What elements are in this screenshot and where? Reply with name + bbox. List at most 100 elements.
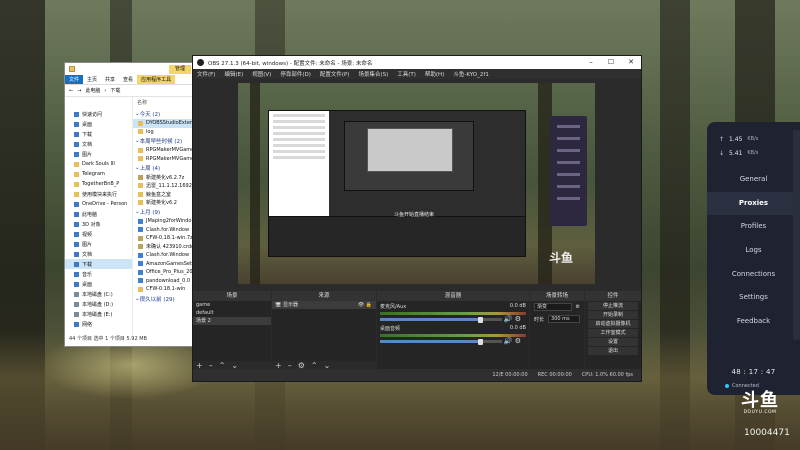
obs-menu-item[interactable]: 文件(F) [197, 70, 215, 78]
nav-item[interactable]: 3D 对象 [65, 219, 132, 229]
obs-preview-canvas[interactable]: 斗鱼开始直播结束 斗鱼 [238, 83, 595, 284]
nav-item[interactable]: 本地磁盘 (D:) [65, 299, 132, 309]
nav-item[interactable]: TogetherBnB_P [65, 179, 132, 189]
nav-item[interactable]: 本地磁盘 (E:) [65, 309, 132, 319]
speaker-icon[interactable]: 🔊 [504, 315, 515, 323]
name-column-header[interactable]: 名称 [133, 99, 193, 109]
nav-item[interactable]: 下载 [65, 129, 132, 139]
volume-slider[interactable] [380, 316, 502, 323]
forward-arrow-icon[interactable]: → [77, 88, 81, 94]
file-row[interactable]: CFW-0.18.1-win.7z [133, 234, 193, 243]
file-row[interactable]: log [133, 128, 193, 137]
nav-item[interactable]: OneDrive - Person [65, 199, 132, 209]
control-button[interactable]: 退出 [588, 347, 638, 355]
ribbon-tab[interactable]: 共享 [101, 75, 119, 84]
nav-item[interactable]: 本地磁盘 (C:) [65, 289, 132, 299]
nav-item[interactable]: 音乐 [65, 269, 132, 279]
minimize-icon[interactable]: – [581, 56, 601, 69]
clash-menu-feedback[interactable]: Feedback [707, 310, 800, 334]
nav-item[interactable]: 桌面 [65, 119, 132, 129]
obs-menu-item[interactable]: 视图(V) [252, 70, 271, 78]
obs-menu-item[interactable]: 停靠部件(D) [280, 70, 311, 78]
file-row[interactable]: JMaping2forWindo [133, 217, 193, 226]
clash-menu-connections[interactable]: Connections [707, 263, 800, 287]
breadcrumb-pc[interactable]: 此电脑 [85, 87, 100, 94]
scene-item[interactable]: game [193, 301, 271, 309]
file-row[interactable]: DYOBSStudioExten [133, 119, 193, 128]
scene-item[interactable]: 场景 2 [193, 317, 271, 325]
file-row[interactable]: pandownload_0.0 [133, 277, 193, 286]
clash-menu-general[interactable]: General [707, 168, 800, 192]
file-row[interactable]: RPGMakerMVGame [133, 146, 193, 155]
close-icon[interactable]: ✕ [621, 56, 641, 69]
file-row[interactable]: 未确认 423910.crdo [133, 243, 193, 252]
clash-menu-settings[interactable]: Settings [707, 286, 800, 310]
nav-item[interactable]: 桌面 [65, 279, 132, 289]
gear-icon[interactable]: ⚙ [515, 337, 521, 345]
nav-item[interactable]: 文档 [65, 139, 132, 149]
nav-item[interactable]: 文档 [65, 249, 132, 259]
file-row[interactable]: 新建英化v6.2 [133, 199, 193, 208]
obs-title-bar[interactable]: OBS 27.1.3 (64-bit, windows) - 配置文件: 未命名… [193, 56, 641, 69]
eye-icon[interactable]: 👁 [358, 302, 364, 308]
file-row[interactable]: RPGMakerMVGame [133, 155, 193, 164]
breadcrumb-downloads[interactable]: 下载 [110, 87, 120, 94]
file-row[interactable]: Clash.for.Window [133, 226, 193, 235]
speaker-icon[interactable]: 🔊 [504, 337, 515, 345]
transition-type-select[interactable]: 渐变 [534, 303, 572, 311]
lock-icon[interactable]: 🔒 [366, 302, 372, 308]
file-group-header[interactable]: ⌄ 很久以前 (29) [133, 294, 193, 304]
volume-slider-knob[interactable] [478, 338, 484, 345]
control-button[interactable]: 设置 [588, 338, 638, 346]
clash-menu-logs[interactable]: Logs [707, 239, 800, 263]
control-button[interactable]: 工作室模式 [588, 329, 638, 337]
file-group-header[interactable]: ⌄ 今天 (2) [133, 109, 193, 119]
explorer-title-bar[interactable]: 管理 [65, 63, 193, 75]
nav-item[interactable]: 下载 [65, 259, 132, 269]
clash-menu-profiles[interactable]: Profiles [707, 215, 800, 239]
file-explorer-window[interactable]: 管理 文件 主页 共享 查看 应用程序工具 ← → 此电脑 › 下载 快速访问 桌面 下载文… [64, 62, 194, 347]
ribbon-tab[interactable]: 查看 [119, 75, 137, 84]
file-row[interactable]: Clash.for.Window [133, 251, 193, 260]
control-button[interactable]: 启动虚拟摄像机 [588, 320, 638, 328]
ribbon-tab[interactable]: 文件 [65, 75, 84, 84]
nav-item[interactable]: 快速访问 [65, 109, 132, 119]
nav-item[interactable]: Dark Souls III [65, 159, 132, 169]
file-group-header[interactable]: ⌄ 本周早些时候 (2) [133, 136, 193, 146]
file-group-header[interactable]: ⌄ 上周 (4) [133, 163, 193, 173]
nav-item[interactable]: 图片 [65, 239, 132, 249]
manage-tab[interactable]: 管理 [168, 64, 191, 74]
ribbon-tab[interactable]: 主页 [83, 75, 101, 84]
file-row[interactable]: 新建英化v6.2.7z [133, 173, 193, 182]
address-bar[interactable]: ← → 此电脑 › 下载 [65, 85, 193, 97]
control-button[interactable]: 开始录制 [588, 311, 638, 319]
obs-menu-item[interactable]: 场景集合(S) [358, 70, 388, 78]
volume-slider-knob[interactable] [478, 316, 484, 323]
control-button[interactable]: 停止推流 [588, 302, 638, 310]
nav-item[interactable]: 网络 [65, 319, 132, 329]
nav-item[interactable]: 使用模块来执行 [65, 189, 132, 199]
obs-menu-item[interactable]: 编辑(E) [224, 70, 243, 78]
nav-item[interactable]: Telegram [65, 169, 132, 179]
volume-slider[interactable] [380, 338, 502, 345]
back-arrow-icon[interactable]: ← [69, 88, 73, 94]
clash-menu-proxies[interactable]: Proxies [707, 191, 800, 216]
file-row[interactable]: AmazonGamesSet [133, 260, 193, 269]
file-row[interactable]: CFW-0.18.1-win [133, 285, 193, 294]
obs-menu-item[interactable]: 配置文件(P) [320, 70, 350, 78]
nav-item[interactable]: 此电脑 [65, 209, 132, 219]
obs-menu-item[interactable]: 帮助(H) [425, 70, 444, 78]
obs-window[interactable]: OBS 27.1.3 (64-bit, windows) - 配置文件: 未命名… [192, 55, 642, 382]
source-item[interactable]: 🖥 显示器 👁 🔒 [272, 301, 376, 309]
gear-icon[interactable]: ⚙ [515, 315, 521, 323]
ribbon-tab[interactable]: 应用程序工具 [137, 75, 176, 84]
obs-menu-item[interactable]: 斗鱼-KYO_2f1 [453, 70, 488, 78]
duration-input[interactable]: 300 ms [548, 315, 580, 323]
nav-item[interactable]: 视频 [65, 229, 132, 239]
nav-item[interactable]: 图片 [65, 149, 132, 159]
maximize-icon[interactable]: ☐ [601, 56, 621, 69]
scene-item[interactable]: default [193, 309, 271, 317]
file-row[interactable]: 迅雷_11.1.12.1692_ [133, 182, 193, 191]
file-group-header[interactable]: ⌄ 上月 (9) [133, 207, 193, 217]
file-row[interactable]: 鲸鱼盒之室 [133, 190, 193, 199]
